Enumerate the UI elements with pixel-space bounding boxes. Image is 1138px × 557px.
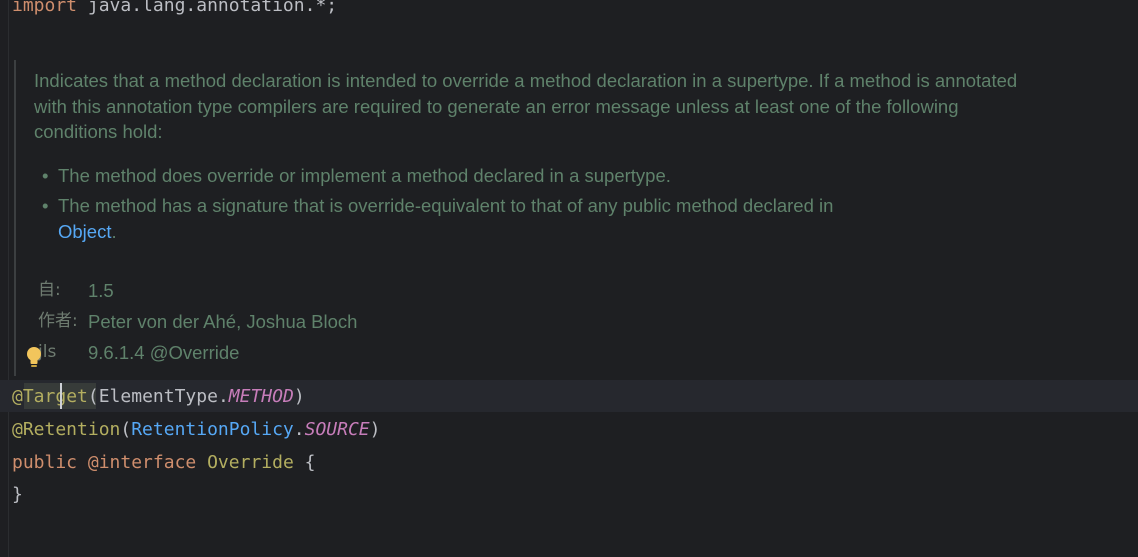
dot: . [293,419,305,440]
import-line[interactable]: import java.lang.annotation.*; [12,0,337,21]
source-constant: SOURCE [304,419,370,440]
javadoc-description: Indicates that a method declaration is i… [34,70,1018,142]
object-link[interactable]: Object [58,221,111,242]
list-item: • The method does override or implement … [42,163,982,189]
close-paren: ) [369,419,381,440]
tag-label: jls [38,342,57,362]
code-line-close[interactable]: } [12,480,23,510]
open-paren: ( [87,386,99,407]
gutter-divider [8,0,9,557]
text-caret [60,383,62,409]
code-line-retention[interactable]: @Retention(RetentionPolicy.SOURCE) [12,415,381,445]
bullet-marker: • [42,165,49,186]
list-item: • The method has a signature that is ove… [42,193,982,245]
interface-keyword: @interface [87,452,197,473]
tag-label: 作者: [38,311,78,331]
code-line-declaration[interactable]: public @interface Override { [12,448,315,478]
bullet-marker: • [42,195,49,216]
tag-value: 1.5 [88,280,114,301]
tag-value: Peter von der Ahé, Joshua Bloch [88,311,358,332]
import-keyword: import [12,0,78,16]
code-line-target[interactable]: @Target(ElementType.METHOD) [12,382,305,412]
javadoc-conditions-list: • The method does override or implement … [42,163,982,249]
condition-text: The method does override or implement a … [58,165,671,186]
method-constant: METHOD [228,386,294,407]
open-brace: { [304,452,316,473]
dot: . [217,386,229,407]
retention-policy-class: RetentionPolicy [131,419,294,440]
retention-annotation: @Retention [12,419,121,440]
rendered-javadoc: Indicates that a method declaration is i… [14,60,1026,376]
tag-value: 9.6.1.4 @Override [88,342,240,363]
target-annotation-end: rget [44,386,88,407]
override-type-name: Override [207,452,294,473]
lightbulb-icon[interactable] [24,345,44,371]
public-keyword: public [12,452,78,473]
condition-text: The method has a signature that is overr… [58,195,834,216]
import-path: java.lang.annotation.*; [77,0,338,16]
link-suffix: . [111,221,117,242]
open-paren: ( [120,419,132,440]
tag-label: 自: [38,280,61,300]
target-annotation-start: @Ta [12,386,45,407]
close-paren: ) [293,386,305,407]
element-type-class: ElementType [98,386,218,407]
close-brace: } [12,484,23,505]
